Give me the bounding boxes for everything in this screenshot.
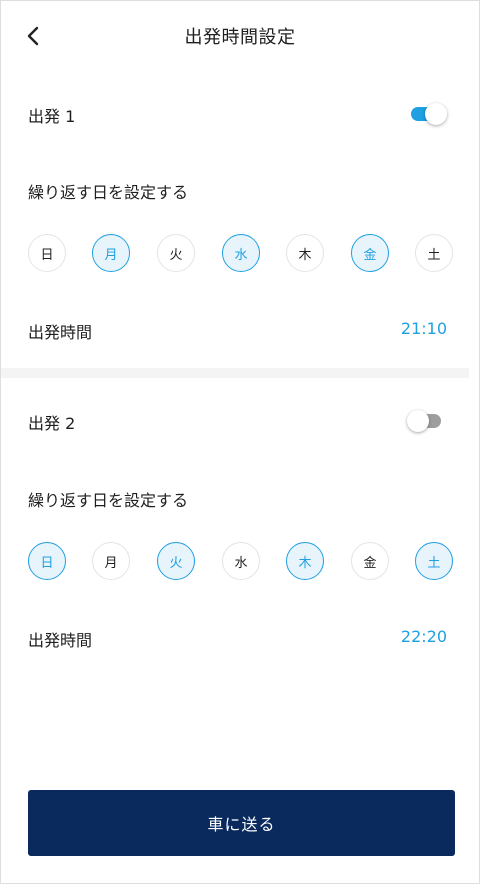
departure-1-time-label: 出発時間: [28, 323, 93, 342]
departure-2-repeat-label: 繰り返す日を設定する: [28, 491, 189, 510]
departure-1-repeat-label: 繰り返す日を設定する: [28, 183, 189, 202]
day-sun[interactable]: 日: [28, 234, 66, 272]
day-sun[interactable]: 日: [28, 542, 66, 580]
departure-2-day-selector: 日 月 火 水 木 金 土: [28, 542, 454, 580]
page-title: 出発時間設定: [184, 27, 296, 48]
departure-2-toggle[interactable]: [407, 410, 441, 432]
day-tue[interactable]: 火: [157, 542, 195, 580]
send-to-car-button[interactable]: 車に送る: [28, 790, 455, 856]
departure-2-time-value[interactable]: 22:20: [401, 627, 447, 646]
day-wed[interactable]: 水: [222, 542, 260, 580]
day-wed[interactable]: 水: [222, 234, 260, 272]
day-thu[interactable]: 木: [286, 542, 324, 580]
day-tue[interactable]: 火: [157, 234, 195, 272]
app-screen: 出発時間設定 出発 1 繰り返す日を設定する 日 月 火 水 木 金 土 出発時…: [0, 0, 480, 884]
departure-1-day-selector: 日 月 火 水 木 金 土: [28, 234, 454, 272]
day-fri[interactable]: 金: [351, 542, 389, 580]
departure-1-time-value[interactable]: 21:10: [401, 319, 447, 338]
departure-1-label: 出発 1: [28, 107, 76, 126]
day-thu[interactable]: 木: [286, 234, 324, 272]
departure-2-time-label: 出発時間: [28, 631, 93, 650]
toggle-knob: [407, 410, 429, 432]
departure-1-toggle[interactable]: [411, 103, 447, 125]
toggle-knob: [425, 103, 447, 125]
day-sat[interactable]: 土: [415, 542, 453, 580]
day-fri[interactable]: 金: [351, 234, 389, 272]
day-mon[interactable]: 月: [92, 234, 130, 272]
day-sat[interactable]: 土: [415, 234, 453, 272]
day-mon[interactable]: 月: [92, 542, 130, 580]
departure-2-label: 出発 2: [28, 414, 76, 433]
section-divider: [1, 368, 469, 378]
header-bar: 出発時間設定: [1, 1, 479, 71]
